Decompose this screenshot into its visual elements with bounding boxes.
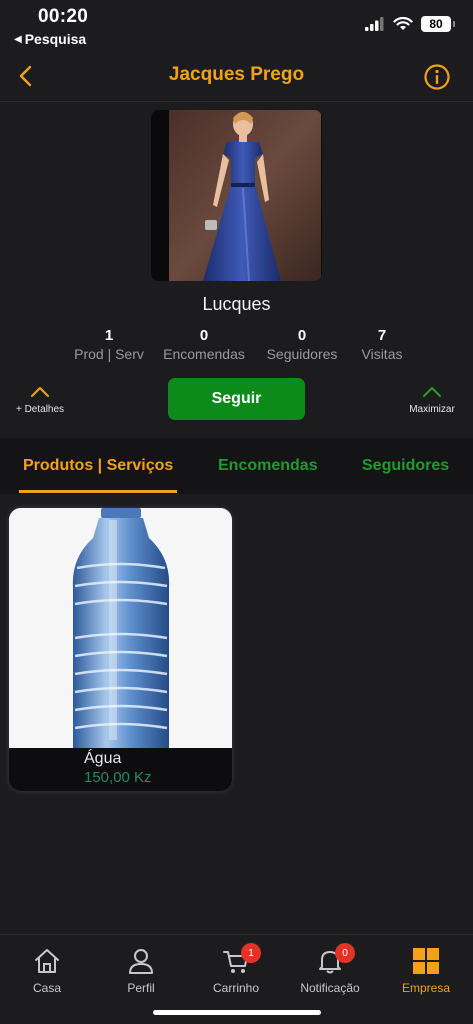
stat-value: 0 bbox=[199, 327, 209, 344]
nav-label: Empresa bbox=[401, 981, 451, 995]
status-time: 00:20 bbox=[38, 6, 89, 27]
nav-item-profile[interactable]: Perfil bbox=[94, 941, 188, 995]
product-image bbox=[9, 508, 232, 748]
screen: 00:20 ◀ Pesquisa 80 Jacques Prego Lucque… bbox=[0, 0, 473, 1024]
stat-visits[interactable]: 7 Visitas bbox=[350, 327, 414, 362]
content-tabs: Produtos | Serviços Encomendas Seguidore… bbox=[0, 438, 473, 494]
nav-item-home[interactable]: Casa bbox=[0, 941, 94, 995]
follow-button[interactable]: Seguir bbox=[168, 378, 305, 420]
stat-label: Seguidores bbox=[266, 346, 338, 362]
notification-badge: 0 bbox=[335, 943, 355, 963]
profile-image[interactable] bbox=[151, 110, 322, 281]
active-tab-indicator bbox=[19, 490, 177, 493]
nav-item-cart[interactable]: 1 Carrinho bbox=[189, 941, 283, 995]
details-button[interactable]: + Detalhes bbox=[14, 384, 66, 415]
back-to-app-link[interactable]: ◀ Pesquisa bbox=[14, 31, 86, 47]
stat-products[interactable]: 1 Prod | Serv bbox=[64, 327, 154, 362]
chevron-up-icon bbox=[423, 387, 441, 397]
wifi-icon bbox=[393, 17, 413, 30]
signal-icon bbox=[365, 17, 384, 31]
product-name: Água bbox=[84, 750, 122, 767]
status-indicators: 80 bbox=[365, 16, 455, 32]
nav-item-company[interactable]: Empresa bbox=[379, 941, 473, 995]
chevron-up-icon bbox=[31, 387, 49, 397]
nav-label: Carrinho bbox=[212, 981, 260, 995]
grid-icon bbox=[413, 948, 439, 974]
cart-badge: 1 bbox=[241, 943, 261, 963]
profile-stats: 1 Prod | Serv 0 Encomendas 0 Seguidores … bbox=[64, 327, 414, 362]
info-icon[interactable] bbox=[423, 63, 451, 91]
tab-orders[interactable]: Encomendas bbox=[218, 457, 318, 475]
stat-followers[interactable]: 0 Seguidores bbox=[254, 327, 350, 362]
maximize-label: Maximizar bbox=[409, 404, 455, 415]
nav-label: Casa bbox=[32, 981, 61, 995]
details-label: + Detalhes bbox=[15, 404, 65, 415]
battery-indicator: 80 bbox=[421, 16, 455, 32]
stat-value: 0 bbox=[297, 327, 307, 344]
profile-name: Lucques bbox=[202, 294, 271, 314]
home-icon bbox=[35, 949, 59, 973]
nav-label: Perfil bbox=[127, 981, 155, 995]
home-indicator[interactable] bbox=[153, 1010, 321, 1015]
page-header: Jacques Prego bbox=[0, 50, 473, 102]
page-title: Jacques Prego bbox=[168, 64, 305, 85]
tab-followers[interactable]: Seguidores bbox=[362, 457, 449, 475]
stat-value: 7 bbox=[377, 327, 387, 344]
water-bottle-illustration bbox=[9, 508, 232, 748]
nav-item-notifications[interactable]: 0 Notificação bbox=[283, 941, 377, 995]
tab-products-services[interactable]: Produtos | Serviços bbox=[23, 457, 173, 475]
nav-label: Notificação bbox=[300, 981, 360, 995]
back-app-label: Pesquisa bbox=[24, 31, 87, 47]
stat-label: Encomendas bbox=[163, 346, 245, 362]
status-bar: 00:20 ◀ Pesquisa 80 bbox=[0, 0, 473, 50]
profile-photo-illustration bbox=[169, 110, 321, 281]
back-triangle-icon: ◀ bbox=[14, 33, 22, 45]
stat-orders[interactable]: 0 Encomendas bbox=[154, 327, 254, 362]
stat-value: 1 bbox=[104, 327, 114, 344]
stat-label: Prod | Serv bbox=[74, 346, 144, 362]
person-icon bbox=[129, 949, 153, 974]
product-price: 150,00 Kz bbox=[84, 769, 152, 786]
stat-label: Visitas bbox=[361, 346, 403, 362]
product-card[interactable]: Água 150,00 Kz bbox=[9, 508, 232, 791]
maximize-button[interactable]: Maximizar bbox=[407, 384, 457, 415]
